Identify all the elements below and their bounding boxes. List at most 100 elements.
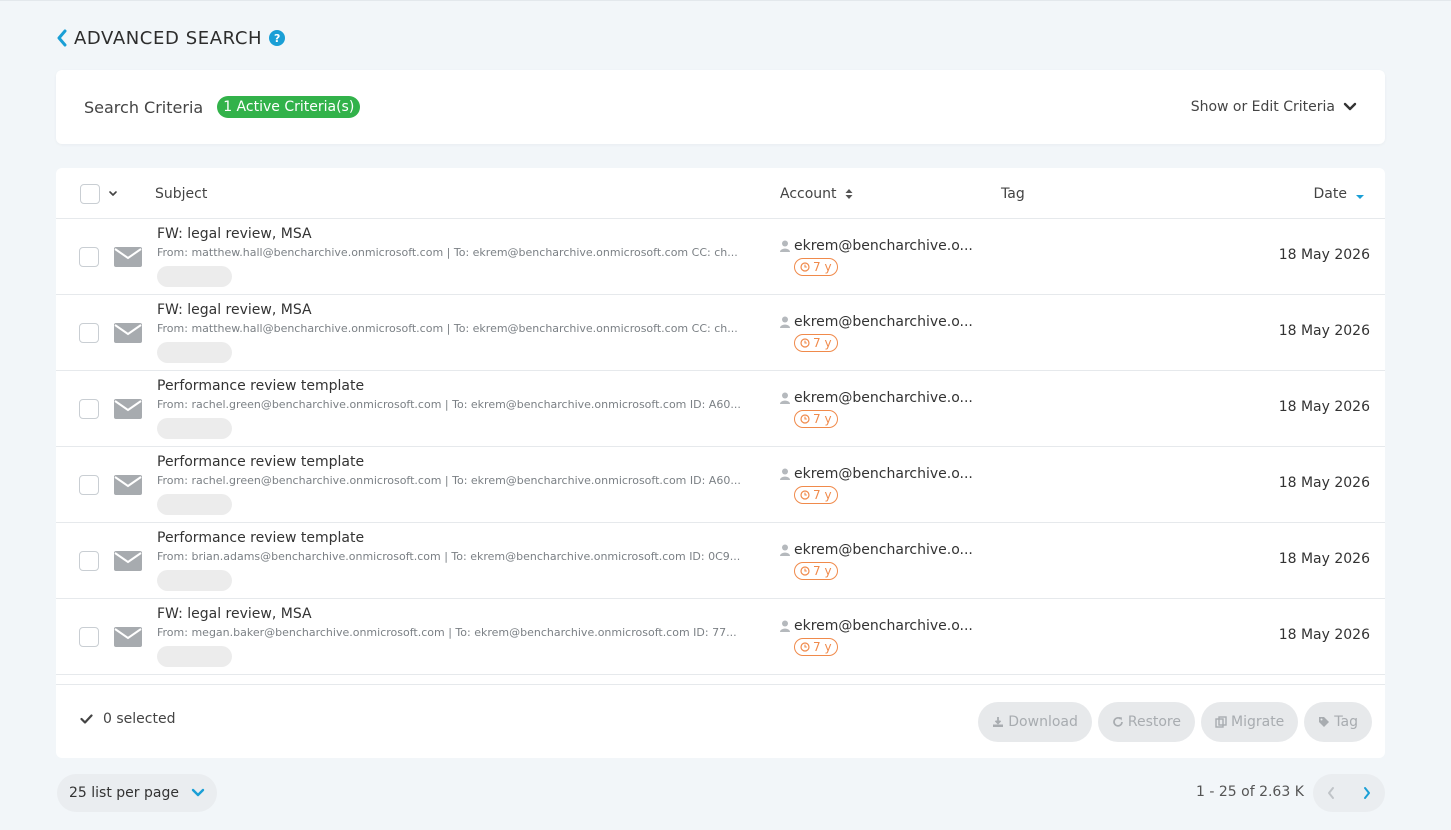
- row-tag-placeholder: [157, 646, 232, 667]
- selected-count: 0 selected: [103, 711, 176, 727]
- row-checkbox[interactable]: [79, 399, 99, 419]
- envelope-icon: [114, 247, 142, 267]
- user-icon: [780, 468, 790, 480]
- chevron-left-icon: [57, 29, 67, 47]
- row-subject[interactable]: FW: legal review, MSA: [157, 302, 312, 318]
- table-row[interactable]: FW: legal review, MSA From: matthew.hall…: [56, 295, 1385, 371]
- row-date: 18 May 2026: [1278, 247, 1370, 263]
- row-tag-placeholder: [157, 266, 232, 287]
- clock-icon: [800, 414, 810, 424]
- retention-badge: 7 y: [794, 410, 838, 428]
- results-table: Subject Account Tag Date FW: legal revie…: [56, 168, 1385, 758]
- per-page-select[interactable]: 25 list per page: [57, 774, 217, 812]
- row-account: ekrem@bencharchive.o...: [780, 466, 974, 482]
- row-subject[interactable]: FW: legal review, MSA: [157, 606, 312, 622]
- table-row[interactable]: Performance review template From: rachel…: [56, 447, 1385, 523]
- row-checkbox[interactable]: [79, 475, 99, 495]
- table-header: Subject Account Tag Date: [56, 168, 1385, 219]
- retention-text: 7 y: [813, 260, 832, 274]
- column-account[interactable]: Account: [780, 168, 854, 219]
- chevron-down-icon[interactable]: [108, 190, 118, 198]
- row-account: ekrem@bencharchive.o...: [780, 390, 974, 406]
- restore-button[interactable]: Restore: [1097, 702, 1195, 742]
- row-account-text: ekrem@bencharchive.o...: [794, 238, 973, 254]
- row-tag-placeholder: [157, 570, 232, 591]
- row-checkbox[interactable]: [79, 551, 99, 571]
- prev-page-button[interactable]: [1313, 774, 1349, 812]
- row-subject[interactable]: Performance review template: [157, 454, 364, 470]
- sort-icon: [845, 188, 853, 199]
- table-row[interactable]: FW: legal review, MSA From: megan.baker@…: [56, 599, 1385, 675]
- pagination-range: 1 - 25 of 2.63 K: [1196, 784, 1304, 800]
- table-row[interactable]: Performance review template From: rachel…: [56, 371, 1385, 447]
- clock-icon: [800, 490, 810, 500]
- clock-icon: [800, 566, 810, 576]
- row-checkbox[interactable]: [79, 247, 99, 267]
- next-page-button[interactable]: [1349, 774, 1385, 812]
- refresh-icon: [1113, 717, 1123, 727]
- download-button[interactable]: Download: [978, 702, 1092, 742]
- checkmark-icon: [80, 714, 93, 724]
- chevron-down-icon: [1343, 102, 1357, 111]
- envelope-icon: [114, 475, 142, 495]
- table-row[interactable]: FW: legal review, MSA From: matthew.hall…: [56, 219, 1385, 295]
- top-divider: [0, 0, 1451, 1]
- envelope-icon: [114, 551, 142, 571]
- clock-icon: [800, 262, 810, 272]
- retention-text: 7 y: [813, 336, 832, 350]
- retention-text: 7 y: [813, 640, 832, 654]
- row-subject[interactable]: FW: legal review, MSA: [157, 226, 312, 242]
- envelope-icon: [114, 323, 142, 343]
- download-label: Download: [1008, 714, 1078, 730]
- back-button[interactable]: [56, 27, 70, 49]
- clock-icon: [800, 642, 810, 652]
- row-account: ekrem@bencharchive.o...: [780, 618, 974, 634]
- row-account: ekrem@bencharchive.o...: [780, 542, 974, 558]
- column-subject: Subject: [155, 185, 208, 202]
- row-meta: From: megan.baker@bencharchive.onmicroso…: [157, 626, 737, 639]
- column-tag: Tag: [1001, 185, 1025, 202]
- user-icon: [780, 620, 790, 632]
- row-date: 18 May 2026: [1278, 323, 1370, 339]
- chevron-left-icon: [1328, 787, 1334, 799]
- show-edit-criteria-label: Show or Edit Criteria: [1190, 99, 1335, 115]
- row-tag-placeholder: [157, 342, 232, 363]
- copy-icon: [1215, 716, 1227, 728]
- row-date: 18 May 2026: [1278, 475, 1370, 491]
- retention-text: 7 y: [813, 488, 832, 502]
- user-icon: [780, 544, 790, 556]
- row-meta: From: rachel.green@bencharchive.onmicros…: [157, 474, 741, 487]
- row-account-text: ekrem@bencharchive.o...: [794, 466, 973, 482]
- retention-badge: 7 y: [794, 562, 838, 580]
- row-meta: From: rachel.green@bencharchive.onmicros…: [157, 398, 741, 411]
- select-all-checkbox[interactable]: [80, 183, 100, 204]
- tag-button[interactable]: Tag: [1304, 702, 1372, 742]
- show-edit-criteria-toggle[interactable]: Show or Edit Criteria: [1191, 99, 1357, 115]
- row-account-text: ekrem@bencharchive.o...: [794, 542, 973, 558]
- row-tag-placeholder: [157, 494, 232, 515]
- row-account-text: ekrem@bencharchive.o...: [794, 618, 973, 634]
- table-body: FW: legal review, MSA From: matthew.hall…: [56, 219, 1385, 684]
- user-icon: [780, 392, 790, 404]
- row-date: 18 May 2026: [1278, 551, 1370, 567]
- clock-icon: [800, 338, 810, 348]
- help-icon[interactable]: ?: [269, 30, 286, 46]
- sort-descending-icon: [1356, 194, 1364, 199]
- migrate-button[interactable]: Migrate: [1201, 702, 1299, 742]
- row-subject[interactable]: Performance review template: [157, 378, 364, 394]
- search-criteria-label: Search Criteria: [84, 97, 204, 117]
- tag-label: Tag: [1334, 714, 1358, 730]
- table-row[interactable]: Performance review template From: brian.…: [56, 523, 1385, 599]
- row-meta: From: matthew.hall@bencharchive.onmicros…: [157, 246, 738, 259]
- row-subject[interactable]: Performance review template: [157, 530, 364, 546]
- row-account: ekrem@bencharchive.o...: [780, 238, 974, 254]
- retention-badge: 7 y: [794, 258, 838, 276]
- row-checkbox[interactable]: [79, 323, 99, 343]
- tag-icon: [1319, 717, 1330, 727]
- column-date[interactable]: Date: [1314, 168, 1365, 219]
- row-checkbox[interactable]: [79, 627, 99, 647]
- retention-text: 7 y: [813, 412, 832, 426]
- table-footer: 0 selected Download Restore Migrate Tag: [56, 684, 1385, 758]
- retention-text: 7 y: [813, 564, 832, 578]
- user-icon: [780, 316, 790, 328]
